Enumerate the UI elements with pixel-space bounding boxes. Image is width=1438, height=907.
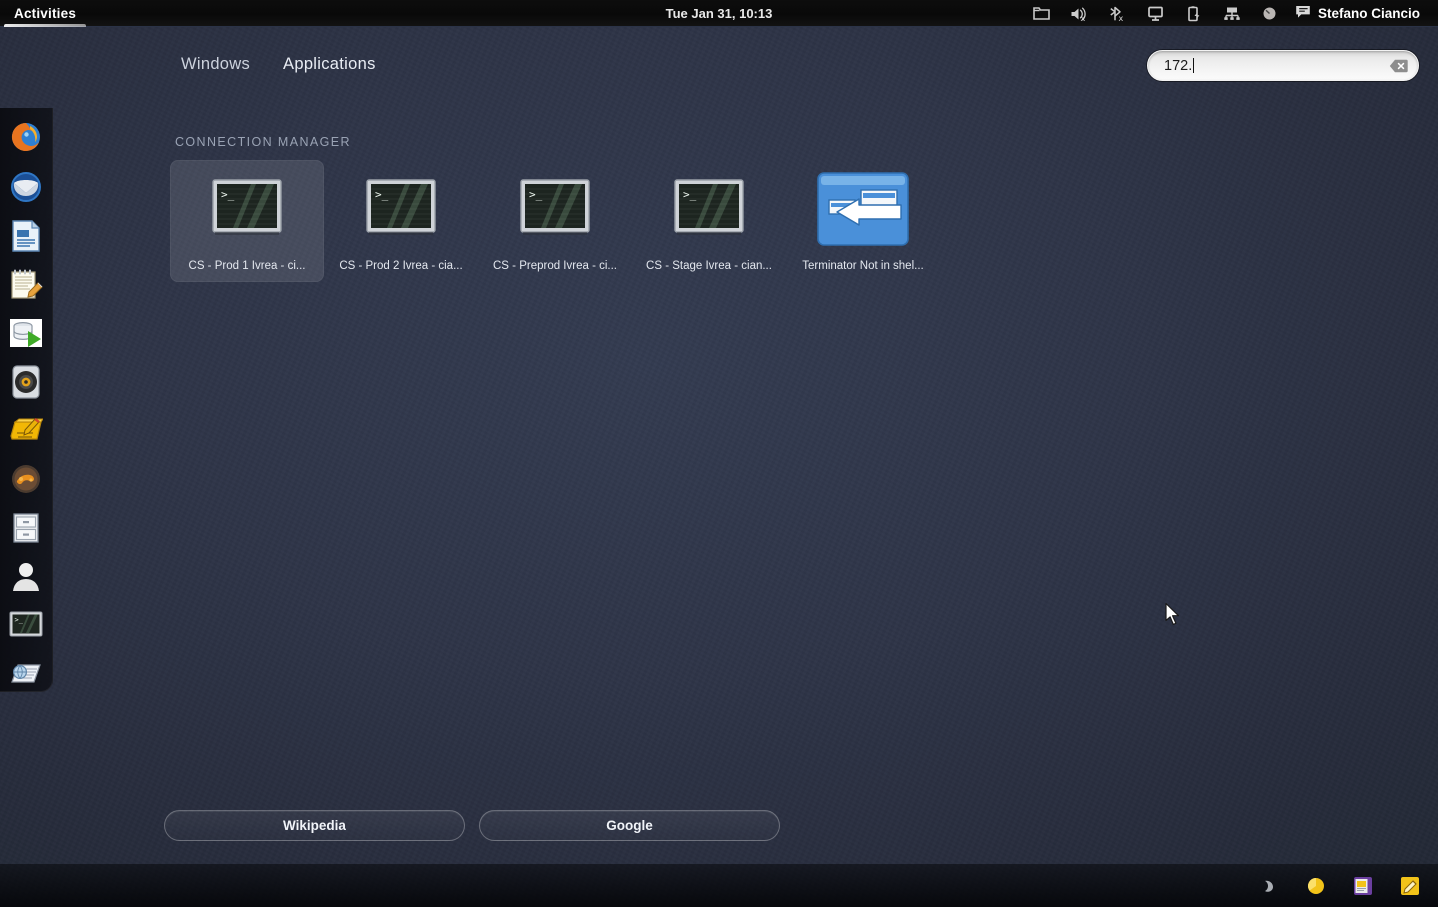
file-cabinet-icon[interactable] <box>8 510 44 545</box>
firefox-icon[interactable] <box>8 121 44 156</box>
search-provider-wikipedia[interactable]: Wikipedia <box>164 810 465 841</box>
activities-button[interactable]: Activities <box>0 0 90 27</box>
svg-text:>_: >_ <box>15 616 24 624</box>
result-item-label: Terminator Not in shel... <box>802 260 924 272</box>
result-item-0[interactable]: >_ CS - Prod 1 Ivrea - ci... <box>170 160 324 282</box>
result-item-3[interactable]: >_ CS - Stage Ivrea - cian... <box>632 160 786 282</box>
user-contacts-icon[interactable] <box>8 559 44 594</box>
result-item-label: CS - Prod 1 Ivrea - ci... <box>188 260 306 272</box>
search-entry-wrapper: 172. <box>1147 50 1419 81</box>
message-tray <box>0 864 1438 907</box>
mouse-cursor <box>1164 602 1182 633</box>
dash-dock: >_ <box>0 108 53 692</box>
top-bar: Activities Tue Jan 31, 10:13 x x Stefano… <box>0 0 1438 27</box>
terminal-icon: >_ <box>507 170 603 248</box>
search-results-grid: >_ CS - Prod 1 Ivrea - ci... >_ CS - Pro… <box>170 160 940 282</box>
yellow-note-edit-icon[interactable] <box>1398 874 1422 898</box>
overview-tab-bar: Windows Applications <box>181 55 376 74</box>
battery-charging-icon[interactable] <box>1175 0 1213 27</box>
tab-windows[interactable]: Windows <box>181 55 250 74</box>
user-menu[interactable]: Stefano Ciancio <box>1289 0 1430 27</box>
terminator-blue-icon <box>815 170 911 248</box>
thunderbird-icon[interactable] <box>8 170 44 205</box>
notepad-editor-icon[interactable] <box>8 267 44 302</box>
result-item-1[interactable]: >_ CS - Prod 2 Ivrea - cia... <box>324 160 478 282</box>
bluetooth-off-icon[interactable]: x <box>1099 0 1137 27</box>
top-bar-status-area: x x Stefano Ciancio <box>1023 0 1438 27</box>
database-run-icon[interactable] <box>8 316 44 351</box>
terminal-icon[interactable]: >_ <box>8 608 44 643</box>
tab-applications[interactable]: Applications <box>283 55 376 74</box>
search-input-value: 172. <box>1164 57 1193 74</box>
section-title: Connection Manager <box>175 135 351 149</box>
media-disc-icon[interactable] <box>8 364 44 399</box>
yellow-notes-icon[interactable] <box>8 413 44 448</box>
result-item-label: CS - Prod 2 Ivrea - cia... <box>339 260 463 272</box>
user-name-label: Stefano Ciancio <box>1317 6 1420 21</box>
result-item-label: CS - Preprod Ivrea - ci... <box>493 260 617 272</box>
search-provider-row: Wikipedia Google <box>164 810 780 841</box>
search-input[interactable]: 172. <box>1147 50 1419 81</box>
svg-text:>_: >_ <box>683 188 697 201</box>
result-item-4[interactable]: Terminator Not in shel... <box>786 160 940 282</box>
network-wired-icon[interactable] <box>1213 0 1251 27</box>
terminal-icon: >_ <box>661 170 757 248</box>
gray-shape-icon[interactable] <box>1257 874 1281 898</box>
display-icon[interactable] <box>1137 0 1175 27</box>
terminal-icon: >_ <box>199 170 295 248</box>
svg-text:>_: >_ <box>221 188 235 201</box>
svg-text:x: x <box>1119 14 1124 22</box>
result-item-label: CS - Stage Ivrea - cian... <box>646 260 772 272</box>
purple-window-icon[interactable] <box>1351 874 1375 898</box>
writer-document-icon[interactable] <box>8 218 44 253</box>
search-provider-google[interactable]: Google <box>479 810 780 841</box>
text-caret <box>1193 58 1195 73</box>
svg-text:x: x <box>1081 14 1086 22</box>
svg-text:>_: >_ <box>529 188 543 201</box>
yellow-circle-icon[interactable] <box>1304 874 1328 898</box>
clear-backspace-icon[interactable] <box>1389 59 1408 73</box>
globe-document-icon[interactable] <box>8 656 44 691</box>
desktop-overview: Activities Tue Jan 31, 10:13 x x Stefano… <box>0 0 1438 907</box>
svg-text:>_: >_ <box>375 188 389 201</box>
orange-circle-tool-icon[interactable] <box>8 462 44 497</box>
result-item-2[interactable]: >_ CS - Preprod Ivrea - ci... <box>478 160 632 282</box>
chat-bubble-icon <box>1295 5 1311 22</box>
terminal-icon: >_ <box>353 170 449 248</box>
volume-muted-icon[interactable]: x <box>1061 0 1099 27</box>
clock-disc-icon[interactable] <box>1251 0 1289 27</box>
folder-icon[interactable] <box>1023 0 1061 27</box>
